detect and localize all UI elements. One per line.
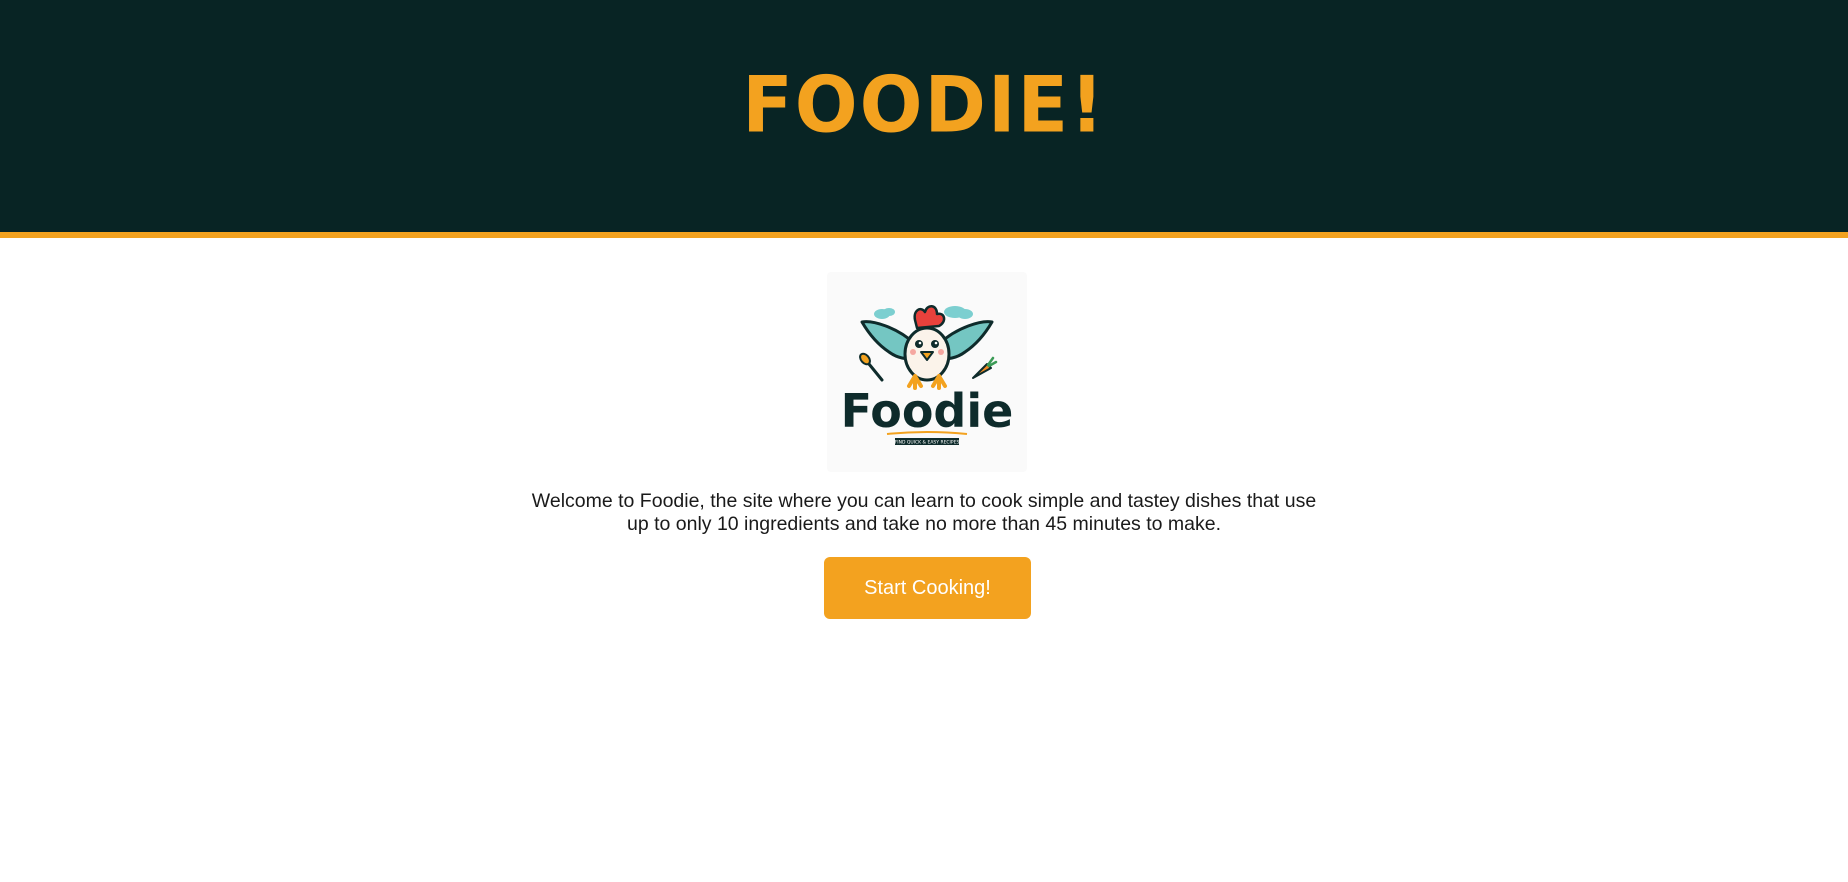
welcome-text: Welcome to Foodie, the site where you ca… [531, 490, 1317, 535]
start-cooking-button[interactable]: Start Cooking! [824, 557, 1031, 619]
logo-wordmark: Foodie [841, 384, 1014, 438]
site-header: FOODIE! [0, 0, 1848, 238]
site-title: FOODIE! [742, 59, 1106, 151]
logo-tagline: FIND QUICK & EASY RECIPES [895, 440, 960, 446]
chicken-mascot-icon: Foodie FIND QUICK & EASY RECIPES [841, 305, 1014, 446]
foodie-logo: Foodie FIND QUICK & EASY RECIPES [827, 272, 1027, 472]
